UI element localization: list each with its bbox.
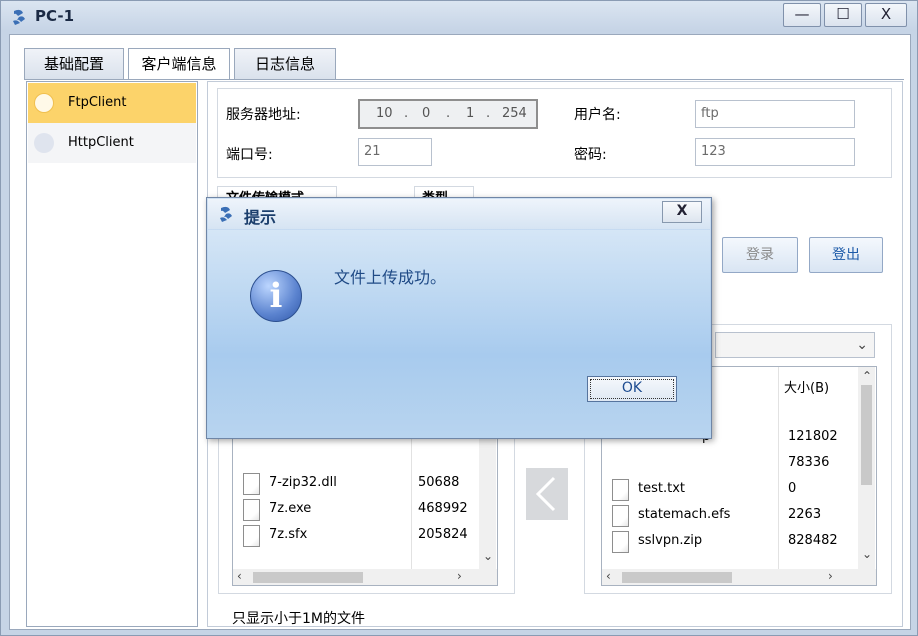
server-address-input[interactable]: 10 . 0 . 1 . 254 — [358, 99, 538, 129]
ok-button[interactable]: OK — [587, 376, 677, 402]
info-icon: i — [250, 270, 302, 322]
download-arrow-button[interactable] — [526, 468, 568, 520]
app-logo-icon — [220, 206, 232, 222]
arrow-left-icon — [535, 476, 556, 512]
client-item-ftp[interactable]: FtpClient — [28, 83, 196, 123]
scroll-thumb[interactable] — [253, 572, 363, 583]
chevron-down-icon[interactable]: ⌄ — [862, 547, 872, 561]
chevron-left-icon[interactable]: ‹ — [237, 569, 242, 583]
tab-divider — [24, 79, 904, 80]
app-logo-icon — [13, 9, 25, 25]
chevron-right-icon[interactable]: › — [828, 569, 833, 583]
file-icon — [612, 505, 629, 527]
client-item-label: FtpClient — [68, 95, 127, 110]
dialog-close-button[interactable]: X — [662, 201, 702, 223]
scroll-thumb[interactable] — [622, 572, 732, 583]
maximize-button[interactable]: ☐ — [824, 3, 862, 27]
chevron-up-icon[interactable]: ⌃ — [862, 369, 872, 383]
table-row[interactable]: test.txt 0 — [602, 477, 876, 503]
username-input[interactable]: ftp — [695, 100, 855, 128]
table-row[interactable]: 78336 — [602, 451, 876, 477]
chevron-down-icon[interactable]: ⌄ — [483, 549, 493, 563]
table-row[interactable]: statemach.efs 2263 — [602, 503, 876, 529]
port-input[interactable]: 21 — [358, 138, 432, 166]
client-item-http[interactable]: HttpClient — [28, 123, 196, 163]
logout-button[interactable]: 登出 — [809, 237, 883, 273]
server-vertical-scrollbar[interactable]: ⌃ ⌄ — [858, 367, 875, 569]
file-size-note: 只显示小于1M的文件 — [232, 611, 365, 627]
client-list: FtpClient HttpClient — [26, 81, 198, 627]
tab-client-info[interactable]: 客户端信息 — [128, 48, 230, 80]
chevron-right-icon[interactable]: › — [457, 569, 462, 583]
ip-octet-4: 254 — [502, 106, 527, 121]
alert-dialog: 提示 X i 文件上传成功。 OK — [206, 197, 712, 439]
client-item-label: HttpClient — [68, 135, 134, 150]
file-icon — [612, 531, 629, 553]
local-file-list[interactable]: 7-zip32.dll 50688 7z.exe 468992 7z.sfx 2… — [232, 438, 498, 586]
server-address-label: 服务器地址: — [226, 107, 301, 123]
size-column-header[interactable]: 大小(B) — [784, 377, 829, 396]
close-button[interactable]: X — [865, 3, 907, 27]
client-status-icon — [34, 93, 54, 113]
ip-octet-3: 1 — [466, 106, 475, 121]
file-icon — [243, 473, 260, 495]
password-label: 密码: — [574, 147, 607, 163]
window-title: PC-1 — [35, 7, 75, 25]
password-input[interactable]: 123 — [695, 138, 855, 166]
list-item[interactable]: 7-zip32.dll 50688 — [233, 471, 497, 497]
server-horizontal-scrollbar[interactable]: ‹ › — [602, 569, 876, 585]
dialog-message: 文件上传成功。 — [334, 268, 447, 287]
list-item[interactable]: 7z.sfx 205824 — [233, 523, 497, 549]
file-icon — [243, 525, 260, 547]
ip-octet-2: 0 — [422, 106, 431, 121]
local-horizontal-scrollbar[interactable]: ‹ › — [233, 569, 497, 585]
chevron-left-icon[interactable]: ‹ — [606, 569, 611, 583]
ip-octet-1: 10 — [376, 106, 393, 121]
list-item[interactable]: 7z.exe 468992 — [233, 497, 497, 523]
dialog-title: 提示 — [244, 208, 277, 227]
port-label: 端口号: — [226, 147, 273, 163]
tab-basic-config[interactable]: 基础配置 — [24, 48, 124, 80]
tab-log-info[interactable]: 日志信息 — [234, 48, 336, 80]
dialog-title-bar: 提示 X — [208, 199, 710, 229]
title-bar: PC-1 — ☐ X — [1, 1, 917, 33]
file-icon — [612, 479, 629, 501]
file-icon — [243, 499, 260, 521]
local-vertical-scrollbar[interactable]: ⌄ — [479, 439, 496, 569]
server-path-select[interactable]: ⌄ — [715, 332, 875, 358]
username-label: 用户名: — [574, 107, 621, 123]
table-row[interactable]: sslvpn.zip 828482 — [602, 529, 876, 555]
scroll-thumb[interactable] — [861, 385, 872, 485]
chevron-down-icon: ⌄ — [856, 337, 868, 353]
minimize-button[interactable]: — — [783, 3, 821, 27]
client-status-icon — [34, 133, 54, 153]
dialog-body: i 文件上传成功。 OK — [208, 230, 710, 438]
login-button[interactable]: 登录 — [722, 237, 798, 273]
